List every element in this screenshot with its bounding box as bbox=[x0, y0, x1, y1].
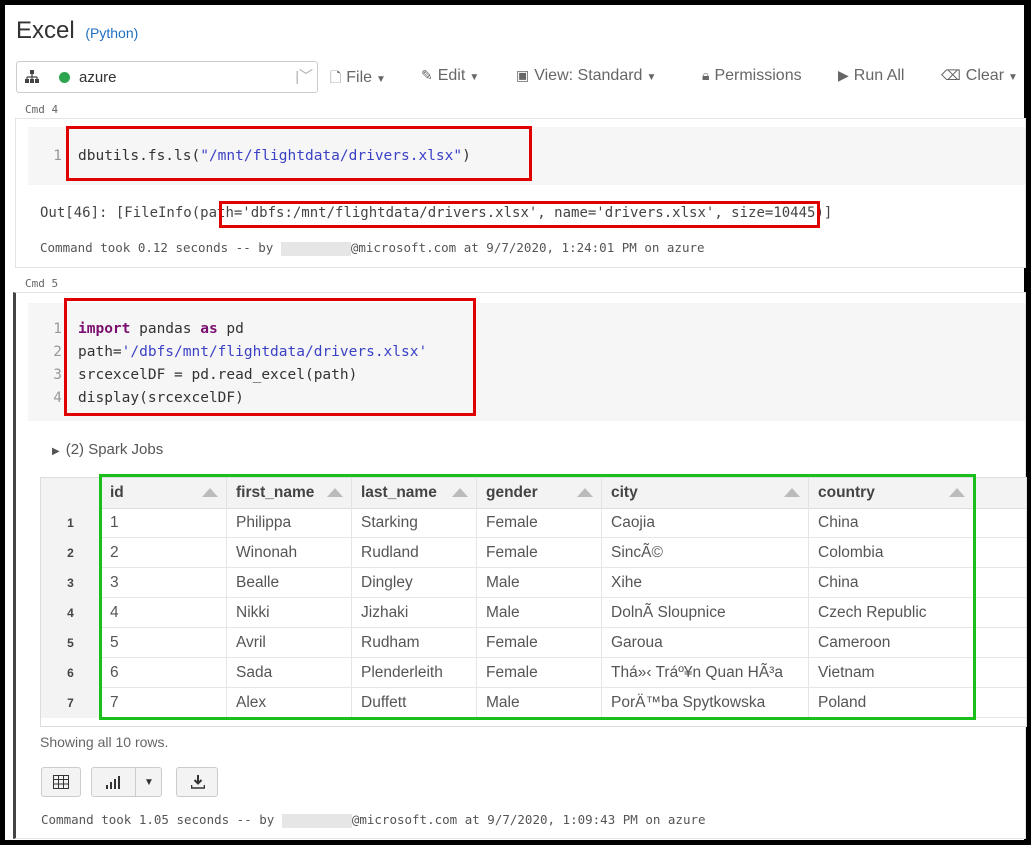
code-highlight-box bbox=[66, 126, 532, 181]
caret-down-icon: ▼ bbox=[376, 74, 386, 85]
notebook-language[interactable]: (Python) bbox=[85, 25, 138, 41]
bar-chart-icon bbox=[106, 776, 120, 789]
edit-menu-label: Edit bbox=[437, 67, 466, 84]
line-number: 4 bbox=[53, 390, 62, 406]
row-number: 3 bbox=[41, 568, 101, 598]
cluster-name: azure bbox=[79, 69, 117, 86]
output-text: Out[46]: [FileInfo( bbox=[40, 205, 201, 221]
caret-down-icon[interactable]: ▼ bbox=[144, 777, 154, 788]
line-number: 1 bbox=[53, 148, 62, 164]
timing-text: Command took 0.12 seconds -- by bbox=[40, 240, 281, 255]
lock-icon: 🔒︎ bbox=[702, 67, 710, 83]
cmd5-timing: Command took 1.05 seconds -- by @microso… bbox=[41, 812, 706, 828]
play-circle-icon: ▶ bbox=[838, 67, 849, 83]
file-icon: 🗋 bbox=[330, 69, 342, 85]
permissions-button[interactable]: 🔒︎ Permissions bbox=[702, 67, 802, 85]
output-highlight-box bbox=[219, 201, 820, 228]
edit-menu-button[interactable]: ✎ Edit ▼ bbox=[421, 67, 479, 85]
clear-menu-button[interactable]: ⌫ Clear ▼ bbox=[941, 67, 1018, 85]
line-number: 3 bbox=[53, 367, 62, 383]
row-number: 7 bbox=[41, 688, 101, 718]
chevron-down-icon[interactable]: |﹀ bbox=[295, 66, 313, 86]
timing-text: @microsoft.com at 9/7/2020, 1:09:43 PM o… bbox=[351, 812, 706, 827]
caret-down-icon: ▼ bbox=[1008, 72, 1018, 83]
redacted-username bbox=[281, 813, 352, 828]
caret-down-icon: ▼ bbox=[469, 72, 480, 83]
cmd4-timing: Command took 0.12 seconds -- by @microso… bbox=[40, 240, 705, 256]
notebook-name: Excel bbox=[16, 17, 75, 44]
run-all-button[interactable]: ▶ Run All bbox=[838, 67, 904, 85]
image-icon: ▣ bbox=[516, 67, 530, 83]
table-icon bbox=[53, 775, 69, 789]
notebook-toolbar: azure |﹀ 🗋 File ▼ ✎ Edit ▼ ▣ View: Standard ▼ … bbox=[16, 61, 1020, 93]
line-number: 1 bbox=[53, 321, 62, 337]
spark-jobs-label: (2) Spark Jobs bbox=[65, 441, 164, 458]
code-highlight-box bbox=[64, 298, 476, 416]
row-number: 2 bbox=[41, 538, 101, 568]
file-menu-button[interactable]: 🗋 File ▼ bbox=[330, 67, 386, 91]
row-number-header bbox=[41, 478, 101, 508]
view-menu-label: View: Standard bbox=[534, 67, 643, 84]
chart-view-button[interactable]: ▼ bbox=[91, 767, 162, 797]
clear-menu-label: Clear bbox=[965, 67, 1005, 84]
redacted-username bbox=[280, 241, 351, 256]
view-menu-button[interactable]: ▣ View: Standard ▼ bbox=[516, 67, 656, 85]
cmd5-label: Cmd 5 bbox=[25, 277, 59, 290]
file-menu-label: File bbox=[346, 69, 373, 86]
download-button[interactable] bbox=[176, 767, 218, 797]
pencil-icon: ✎ bbox=[421, 67, 433, 83]
cluster-status-icon bbox=[59, 72, 70, 83]
notebook-title: Excel (Python) bbox=[16, 17, 138, 45]
table-view-button[interactable] bbox=[41, 767, 81, 797]
eraser-icon: ⌫ bbox=[941, 67, 961, 83]
caret-right-icon: ▶ bbox=[52, 446, 60, 457]
table-highlight-box bbox=[99, 474, 976, 720]
cmd4-label: Cmd 4 bbox=[25, 103, 59, 116]
spark-jobs-toggle[interactable]: ▶ (2) Spark Jobs bbox=[52, 441, 163, 458]
run-all-label: Run All bbox=[853, 67, 905, 84]
caret-down-icon: ▼ bbox=[646, 72, 657, 83]
row-number: 6 bbox=[41, 658, 101, 688]
cluster-selector[interactable]: azure |﹀ bbox=[16, 61, 318, 93]
permissions-label: Permissions bbox=[714, 67, 802, 84]
cluster-tree-icon bbox=[25, 70, 39, 83]
line-number: 2 bbox=[53, 344, 62, 360]
row-number: 4 bbox=[41, 598, 101, 628]
split-divider bbox=[135, 768, 136, 796]
timing-text: Command took 1.05 seconds -- by bbox=[41, 812, 282, 827]
row-number: 5 bbox=[41, 628, 101, 658]
row-number: 1 bbox=[41, 508, 101, 538]
download-icon bbox=[191, 775, 205, 789]
row-count-text: Showing all 10 rows. bbox=[40, 734, 169, 750]
timing-text: @microsoft.com at 9/7/2020, 1:24:01 PM o… bbox=[350, 240, 705, 255]
